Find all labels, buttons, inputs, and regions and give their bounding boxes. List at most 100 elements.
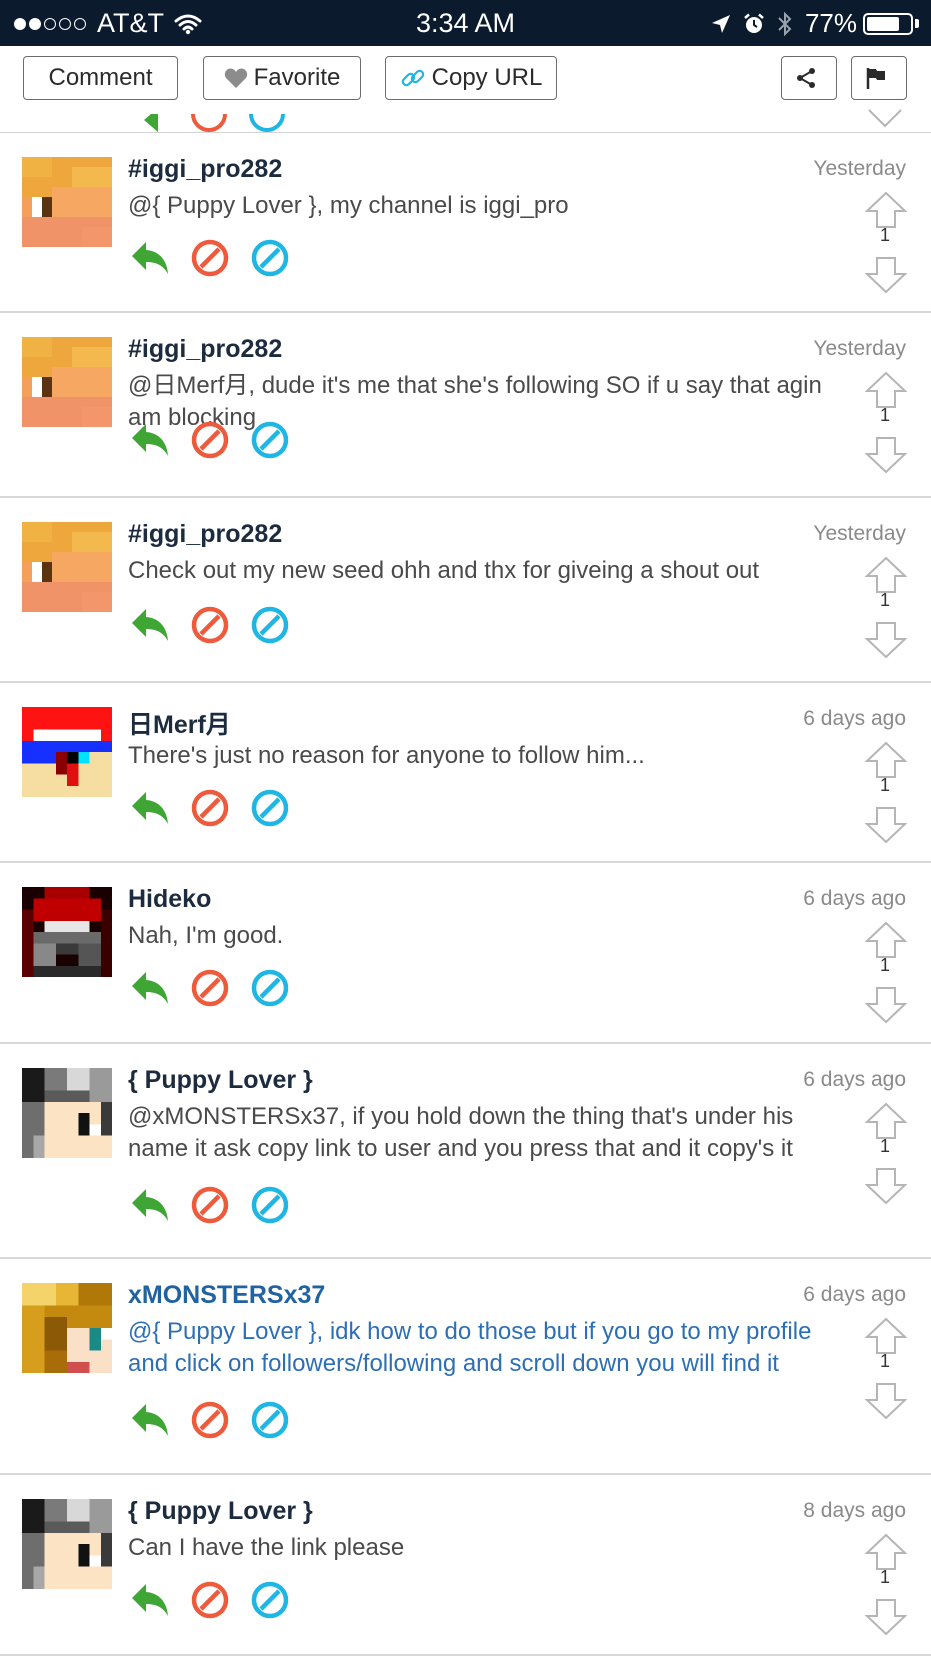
ignore-icon[interactable] <box>250 788 290 833</box>
reply-arrow-icon[interactable] <box>130 421 170 464</box>
comment-timestamp: 8 days ago <box>803 1499 906 1522</box>
comment-username[interactable]: { Puppy Lover } <box>128 1497 313 1526</box>
ignore-icon[interactable] <box>250 420 290 465</box>
block-icon[interactable] <box>190 605 230 650</box>
comment-username[interactable]: 日Merf月 <box>128 705 231 741</box>
user-avatar[interactable] <box>22 1068 112 1158</box>
ignore-icon[interactable] <box>250 968 290 1013</box>
arrow-down-outline-icon[interactable] <box>864 986 908 1029</box>
reply-arrow-icon[interactable] <box>130 1401 170 1444</box>
vote-count: 1 <box>879 775 890 795</box>
comment-timestamp: Yesterday <box>813 157 906 180</box>
comment-text: @xMONSTERSx37, if you hold down the thin… <box>128 1103 794 1162</box>
comment-text: There's just no reason for anyone to fol… <box>128 742 645 769</box>
flag-icon <box>866 68 885 89</box>
comment-username[interactable]: Hideko <box>128 885 211 914</box>
comment-actions <box>130 1400 310 1445</box>
user-avatar[interactable] <box>22 707 112 797</box>
comment-actions <box>130 238 310 283</box>
comment-username[interactable]: #iggi_pro282 <box>128 335 282 364</box>
block-icon <box>191 114 227 132</box>
block-icon[interactable] <box>190 1580 230 1625</box>
reply-arrow-icon[interactable] <box>130 1581 170 1624</box>
arrow-down-outline-icon[interactable] <box>864 621 908 664</box>
comment-actions <box>130 1185 310 1230</box>
comment-username[interactable]: #iggi_pro282 <box>128 155 282 184</box>
ignore-icon <box>249 114 285 132</box>
arrow-down-outline-icon[interactable] <box>864 1382 908 1425</box>
comment-timestamp: 6 days ago <box>803 887 906 910</box>
comment-username[interactable]: xMONSTERSx37 <box>128 1281 325 1310</box>
arrow-down-outline-icon[interactable] <box>864 1167 908 1210</box>
alarm-clock-icon <box>744 13 764 33</box>
location-arrow-icon <box>711 14 730 33</box>
comment-actions <box>130 788 310 833</box>
vote-count: 1 <box>879 590 890 610</box>
ignore-icon[interactable] <box>250 1185 290 1230</box>
battery-cap <box>915 19 919 28</box>
comment-item: Hideko 6 days ago Nah, I'm good. 1 <box>0 863 931 1044</box>
comment-item: xMONSTERSx37 6 days ago @{ Puppy Lover }… <box>0 1259 931 1475</box>
vote-count: 1 <box>879 1351 890 1371</box>
comment-timestamp: Yesterday <box>813 337 906 360</box>
comment-item: { Puppy Lover } 6 days ago @xMONSTERSx37… <box>0 1044 931 1259</box>
status-bar: AT&T 3:34 AM 77% <box>0 0 931 46</box>
user-avatar[interactable] <box>22 522 112 612</box>
battery-fill <box>867 16 899 31</box>
reply-arrow-icon[interactable] <box>130 1186 170 1229</box>
block-icon[interactable] <box>190 968 230 1013</box>
comment-button[interactable]: Comment <box>23 56 178 100</box>
vote-count: 1 <box>879 1136 890 1156</box>
ignore-icon[interactable] <box>250 1400 290 1445</box>
comment-actions <box>130 1580 310 1625</box>
arrow-down-outline-icon[interactable] <box>864 1598 908 1641</box>
vote-count: 1 <box>879 955 890 975</box>
user-avatar[interactable] <box>22 337 112 427</box>
favorite-button[interactable]: Favorite <box>203 56 361 100</box>
arrow-down-outline-icon[interactable] <box>864 256 908 299</box>
block-icon[interactable] <box>190 1400 230 1445</box>
comment-item: { Puppy Lover } 8 days ago Can I have th… <box>0 1475 931 1656</box>
arrow-down-outline-icon[interactable] <box>864 806 908 849</box>
user-avatar[interactable] <box>22 1499 112 1589</box>
reply-arrow-icon[interactable] <box>130 969 170 1012</box>
status-right: 77% <box>711 8 919 39</box>
comment-button-label: Comment <box>48 64 153 91</box>
share-button[interactable] <box>781 56 837 100</box>
reply-arrow-icon[interactable] <box>130 606 170 649</box>
comment-item: #iggi_pro282 Yesterday @日Merf月, dude it'… <box>0 313 931 498</box>
flag-button[interactable] <box>851 56 907 100</box>
reply-arrow-icon[interactable] <box>130 239 170 282</box>
comment-text: @{ Puppy Lover }, my channel is iggi_pro <box>128 192 569 219</box>
copy-url-button[interactable]: Copy URL <box>385 56 557 100</box>
user-avatar[interactable] <box>22 887 112 977</box>
comment-username[interactable]: { Puppy Lover } <box>128 1066 313 1095</box>
reply-arrow-icon[interactable] <box>130 789 170 832</box>
comment-item: #iggi_pro282 Yesterday Check out my new … <box>0 498 931 683</box>
comment-timestamp: 6 days ago <box>803 707 906 730</box>
favorite-button-label: Favorite <box>253 64 341 91</box>
comment-timestamp: 6 days ago <box>803 1068 906 1091</box>
comment-item: 日Merf月 6 days ago There's just no reason… <box>0 683 931 863</box>
vote-count: 1 <box>879 225 890 245</box>
user-avatar[interactable] <box>22 157 112 247</box>
block-icon[interactable] <box>190 420 230 465</box>
battery-icon <box>863 12 913 35</box>
block-icon[interactable] <box>190 1185 230 1230</box>
block-icon[interactable] <box>190 788 230 833</box>
arrow-down-outline-icon[interactable] <box>867 106 903 130</box>
comment-actions <box>130 420 310 465</box>
block-icon[interactable] <box>190 238 230 283</box>
comment-timestamp: 6 days ago <box>803 1283 906 1306</box>
user-avatar[interactable] <box>22 1283 112 1373</box>
heart-icon <box>224 68 247 88</box>
comment-text: Nah, I'm good. <box>128 922 284 949</box>
battery-percentage: 77% <box>804 8 857 38</box>
ignore-icon[interactable] <box>250 238 290 283</box>
comment-username[interactable]: #iggi_pro282 <box>128 520 282 549</box>
ignore-icon[interactable] <box>250 1580 290 1625</box>
reply-arrow-icon <box>144 114 158 132</box>
ignore-icon[interactable] <box>250 605 290 650</box>
copy-url-button-label: Copy URL <box>431 64 543 91</box>
arrow-down-outline-icon[interactable] <box>864 436 908 479</box>
